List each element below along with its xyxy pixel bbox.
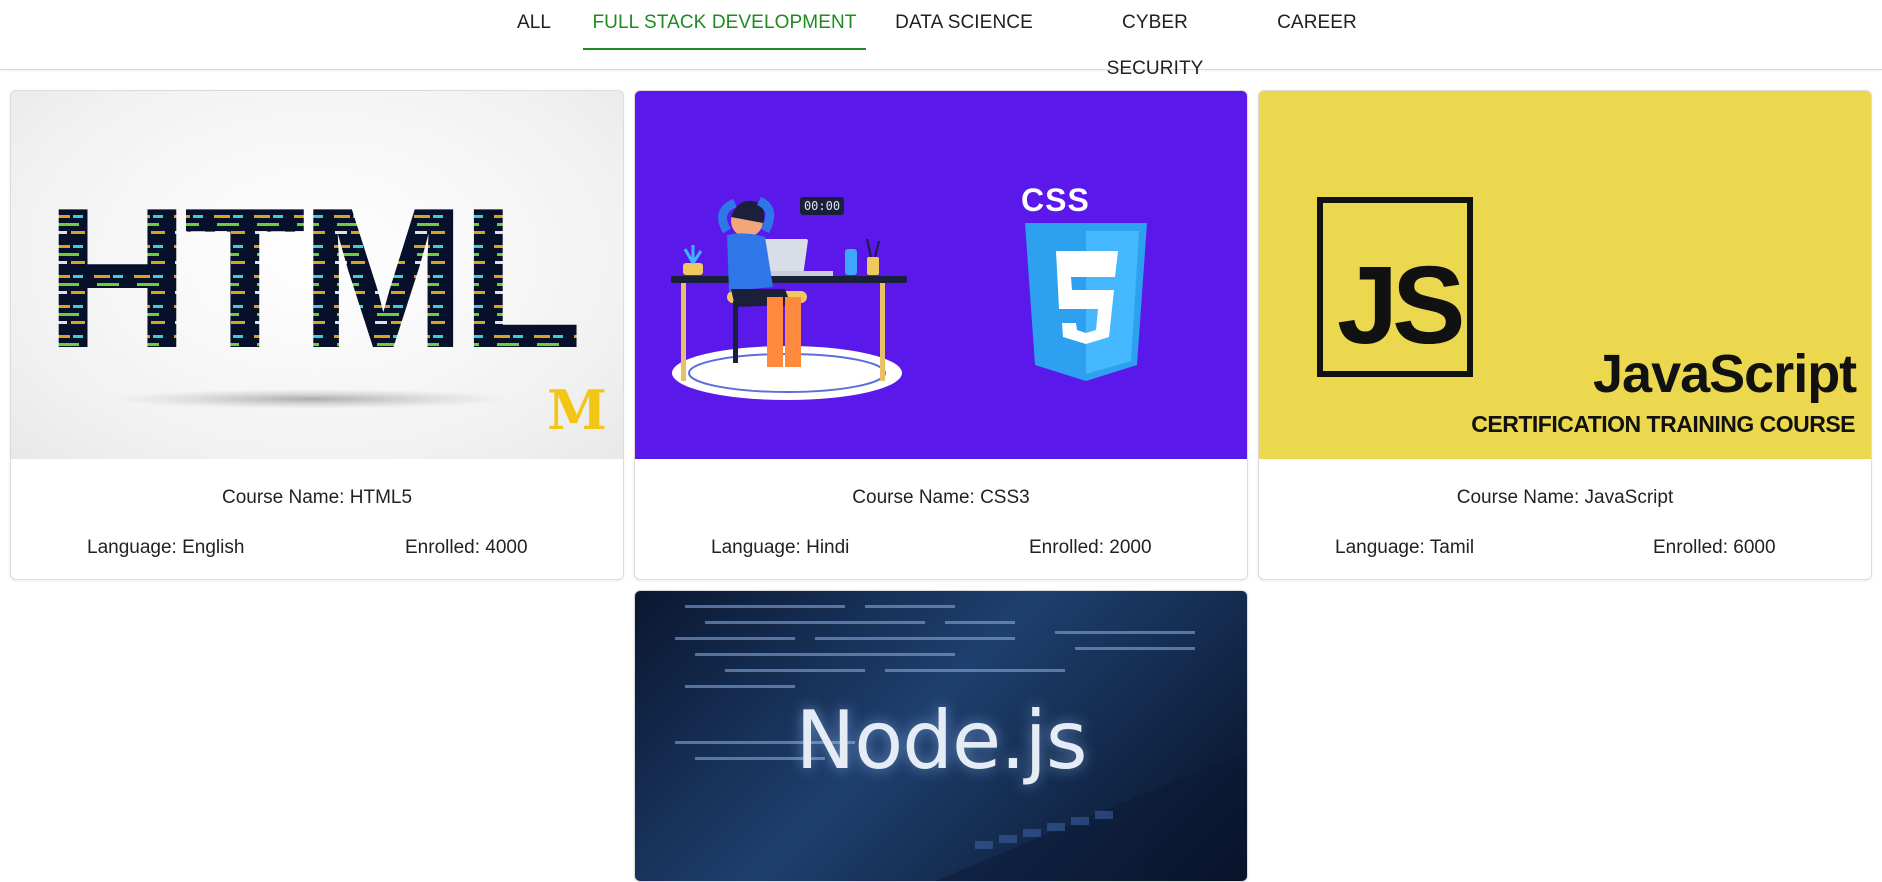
- course-language: Language: Hindi: [711, 537, 850, 558]
- course-card-javascript[interactable]: JS JavaScript CERTIFICATION TRAINING COU…: [1258, 90, 1872, 580]
- course-enrolled: Enrolled: 6000: [1653, 537, 1776, 558]
- tab-full-stack-development[interactable]: FULL STACK DEVELOPMENT: [583, 0, 866, 50]
- course-name: Course Name: JavaScript: [1456, 487, 1674, 508]
- js-logo-text: JS: [1337, 244, 1466, 367]
- course-image-css3: 00:00 CSS: [635, 91, 1247, 459]
- tab-career[interactable]: CAREER: [1272, 0, 1362, 48]
- course-image-html5: HTML M: [11, 91, 623, 459]
- course-image-javascript: JS JavaScript CERTIFICATION TRAINING COU…: [1259, 91, 1871, 459]
- course-language: Language: Tamil: [1335, 537, 1475, 558]
- course-image-nodejs: Node.js: [635, 591, 1247, 881]
- course-name: Course Name: CSS3: [852, 487, 1030, 508]
- course-card-css3[interactable]: 00:00 CSS Course Name: CSS3 Language: Hi…: [634, 90, 1248, 580]
- javascript-subtitle: CERTIFICATION TRAINING COURSE: [1471, 411, 1855, 437]
- javascript-title: JavaScript: [1593, 344, 1857, 404]
- course-language: Language: English: [87, 537, 245, 558]
- timer-display: 00:00: [803, 199, 841, 213]
- course-enrolled: Enrolled: 4000: [405, 537, 528, 558]
- tab-all[interactable]: ALL: [510, 0, 558, 48]
- course-card-html5[interactable]: HTML M Course Name: HTML5 Language: Engl…: [10, 90, 624, 580]
- course-card-nodejs[interactable]: Node.js: [634, 590, 1248, 882]
- nodejs-title: Node.js: [795, 694, 1087, 787]
- university-logo-icon: M: [547, 378, 607, 442]
- tab-data-science[interactable]: DATA SCIENCE: [891, 0, 1037, 48]
- category-tabbar: ALL FULL STACK DEVELOPMENT DATA SCIENCE …: [0, 0, 1882, 79]
- course-name: Course Name: HTML5: [221, 487, 413, 508]
- css-logo-text: CSS: [1021, 182, 1090, 218]
- course-enrolled: Enrolled: 2000: [1029, 537, 1152, 558]
- svg-text:HTML: HTML: [45, 167, 577, 390]
- tab-cyber-security[interactable]: CYBER SECURITY: [1072, 0, 1238, 79]
